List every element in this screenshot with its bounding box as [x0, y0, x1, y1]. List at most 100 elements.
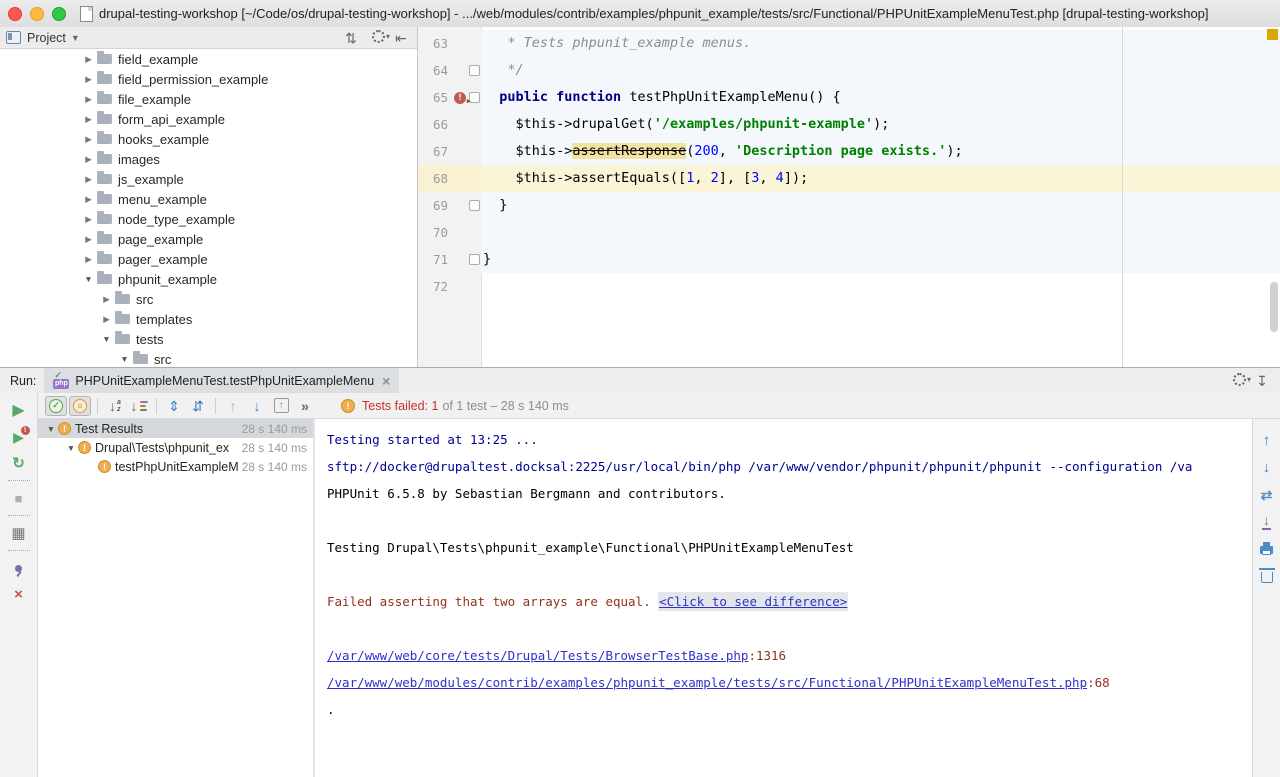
- chevron-right-icon[interactable]: ▶: [82, 254, 95, 265]
- editor-line[interactable]: 66 $this->drupalGet('/examples/phpunit-e…: [418, 111, 1280, 138]
- editor-scrollbar-thumb[interactable]: [1270, 282, 1278, 332]
- minimize-window-button[interactable]: [30, 7, 44, 21]
- editor-line[interactable]: 71}: [418, 246, 1280, 273]
- up-stack-trace-button[interactable]: ↑: [1255, 427, 1279, 454]
- collapse-all-button[interactable]: ⇵: [187, 396, 209, 416]
- scroll-to-end-button[interactable]: ↓: [1255, 508, 1279, 535]
- console-link[interactable]: <Click to see difference>: [658, 592, 848, 611]
- chevron-down-icon[interactable]: ▼: [118, 354, 131, 364]
- show-ignored-button[interactable]: ≡: [69, 396, 91, 416]
- chevron-right-icon[interactable]: ▶: [82, 154, 95, 165]
- sort-alphabetically-button[interactable]: ↓az: [104, 396, 126, 416]
- rerun-failed-tests-button[interactable]: ▶!: [7, 425, 31, 449]
- project-tree-item[interactable]: ▶images: [0, 149, 417, 169]
- fold-marker-bottom[interactable]: [469, 254, 480, 265]
- project-tree-item[interactable]: ▶field_example: [0, 49, 417, 69]
- editor[interactable]: 63 * Tests phpunit_example menus.64 */65…: [418, 27, 1280, 367]
- more-button[interactable]: »: [294, 396, 316, 416]
- project-tree-item[interactable]: ▼src: [0, 349, 417, 367]
- console-line: /var/www/web/core/tests/Drupal/Tests/Bro…: [327, 642, 1252, 669]
- editor-line[interactable]: 70: [418, 219, 1280, 246]
- chevron-right-icon[interactable]: ▶: [100, 314, 113, 325]
- line-number: 65: [418, 84, 452, 111]
- fold-marker-bottom[interactable]: [469, 200, 480, 211]
- project-tree-item[interactable]: ▼phpunit_example: [0, 269, 417, 289]
- chevron-right-icon[interactable]: ▶: [82, 94, 95, 105]
- project-tree-item[interactable]: ▶form_api_example: [0, 109, 417, 129]
- soft-wrap-button[interactable]: ⇄: [1255, 481, 1279, 508]
- chevron-right-icon[interactable]: ▶: [82, 214, 95, 225]
- test-tree-item[interactable]: ▼!Drupal\Tests\phpunit_ex28 s 140 ms: [38, 438, 313, 457]
- project-tree-item[interactable]: ▶page_example: [0, 229, 417, 249]
- chevron-down-icon[interactable]: ▼: [44, 424, 58, 434]
- toggle-auto-test-button[interactable]: ↻: [7, 451, 31, 475]
- next-failed-test-button[interactable]: ↓: [246, 396, 268, 416]
- import-test-results-button[interactable]: ↑: [270, 396, 292, 416]
- chevron-down-icon[interactable]: ▼: [64, 443, 78, 453]
- previous-failed-test-button[interactable]: ↑: [222, 396, 244, 416]
- project-tree-item[interactable]: ▶src: [0, 289, 417, 309]
- editor-line[interactable]: 72: [418, 273, 1280, 300]
- chevron-right-icon[interactable]: ▶: [82, 234, 95, 245]
- sort-by-duration-button[interactable]: ↓: [128, 396, 150, 416]
- console-link[interactable]: /var/www/web/core/tests/Drupal/Tests/Bro…: [327, 648, 748, 663]
- chevron-down-icon[interactable]: ▼: [82, 274, 95, 284]
- restore-layout-button[interactable]: ▦: [7, 521, 31, 545]
- close-button[interactable]: ×: [7, 582, 31, 606]
- close-icon[interactable]: ×: [382, 373, 390, 389]
- clear-all-button[interactable]: [1255, 562, 1279, 589]
- warning-icon: !: [341, 399, 355, 413]
- inspection-warning-indicator[interactable]: [1267, 29, 1278, 40]
- run-configuration-tab[interactable]: ✓php PHPUnitExampleMenuTest.testPhpUnitE…: [44, 368, 399, 393]
- project-tree-item[interactable]: ▶field_permission_example: [0, 69, 417, 89]
- chevron-right-icon[interactable]: ▶: [82, 134, 95, 145]
- chevron-down-icon[interactable]: ▼: [71, 33, 80, 43]
- project-tree-item[interactable]: ▶templates: [0, 309, 417, 329]
- chevron-right-icon[interactable]: ▶: [82, 114, 95, 125]
- test-console[interactable]: Testing started at 13:25 ...sftp://docke…: [315, 419, 1252, 777]
- console-text: PHPUnit 6.5.8 by Sebastian Bergmann and …: [327, 486, 726, 501]
- tree-item-label: tests: [136, 332, 163, 347]
- show-passed-button[interactable]: ✓: [45, 396, 67, 416]
- project-tree-item[interactable]: ▶file_example: [0, 89, 417, 109]
- editor-line[interactable]: 69 }: [418, 192, 1280, 219]
- editor-line[interactable]: 68 $this->assertEquals([1, 2], [3, 4]);: [418, 165, 1280, 192]
- chevron-right-icon[interactable]: ▶: [82, 74, 95, 85]
- chevron-right-icon[interactable]: ▶: [82, 194, 95, 205]
- hide-button[interactable]: ⇤: [391, 29, 411, 47]
- zoom-window-button[interactable]: [52, 7, 66, 21]
- editor-line[interactable]: 67 $this->assertResponse(200, 'Descripti…: [418, 138, 1280, 165]
- project-tree-item[interactable]: ▶pager_example: [0, 249, 417, 269]
- project-tree-item[interactable]: ▼ tests: [0, 329, 417, 349]
- editor-line[interactable]: 64 */: [418, 57, 1280, 84]
- project-tree-item[interactable]: ▶node_type_example: [0, 209, 417, 229]
- folder-icon: [97, 254, 112, 264]
- console-link[interactable]: /var/www/web/modules/contrib/examples/ph…: [327, 675, 1087, 690]
- chevron-right-icon[interactable]: ▶: [82, 174, 95, 185]
- document-icon: [80, 6, 93, 22]
- editor-line[interactable]: 63 * Tests phpunit_example menus.: [418, 30, 1280, 57]
- collapse-all-button[interactable]: ⇅: [341, 29, 361, 47]
- chevron-right-icon[interactable]: ▶: [82, 54, 95, 65]
- settings-button[interactable]: ▾: [1232, 371, 1252, 389]
- hide-run-button[interactable]: ↧: [1252, 372, 1272, 390]
- rerun-button[interactable]: ▶: [7, 399, 31, 423]
- code-token: 2: [711, 170, 719, 186]
- test-tree-item[interactable]: !testPhpUnitExampleM28 s 140 ms: [38, 457, 313, 476]
- project-tree-item[interactable]: ▶hooks_example: [0, 129, 417, 149]
- chevron-down-icon[interactable]: ▼: [100, 334, 113, 344]
- close-window-button[interactable]: [8, 7, 22, 21]
- down-stack-trace-button[interactable]: ↓: [1255, 454, 1279, 481]
- test-tree-item[interactable]: ▼!Test Results28 s 140 ms: [38, 419, 313, 438]
- editor-line[interactable]: 65! public function testPhpUnitExampleMe…: [418, 84, 1280, 111]
- pin-tab-button[interactable]: [7, 556, 31, 580]
- fold-marker-top[interactable]: [469, 65, 480, 76]
- print-button[interactable]: [1255, 535, 1279, 562]
- settings-button[interactable]: ▾: [371, 28, 391, 46]
- chevron-right-icon[interactable]: ▶: [100, 294, 113, 305]
- expand-all-button[interactable]: ⇕: [163, 396, 185, 416]
- project-tree-item[interactable]: ▶menu_example: [0, 189, 417, 209]
- project-tree-item[interactable]: ▶js_example: [0, 169, 417, 189]
- stop-button[interactable]: ■: [7, 486, 31, 510]
- failed-test-run-icon[interactable]: !: [454, 92, 466, 104]
